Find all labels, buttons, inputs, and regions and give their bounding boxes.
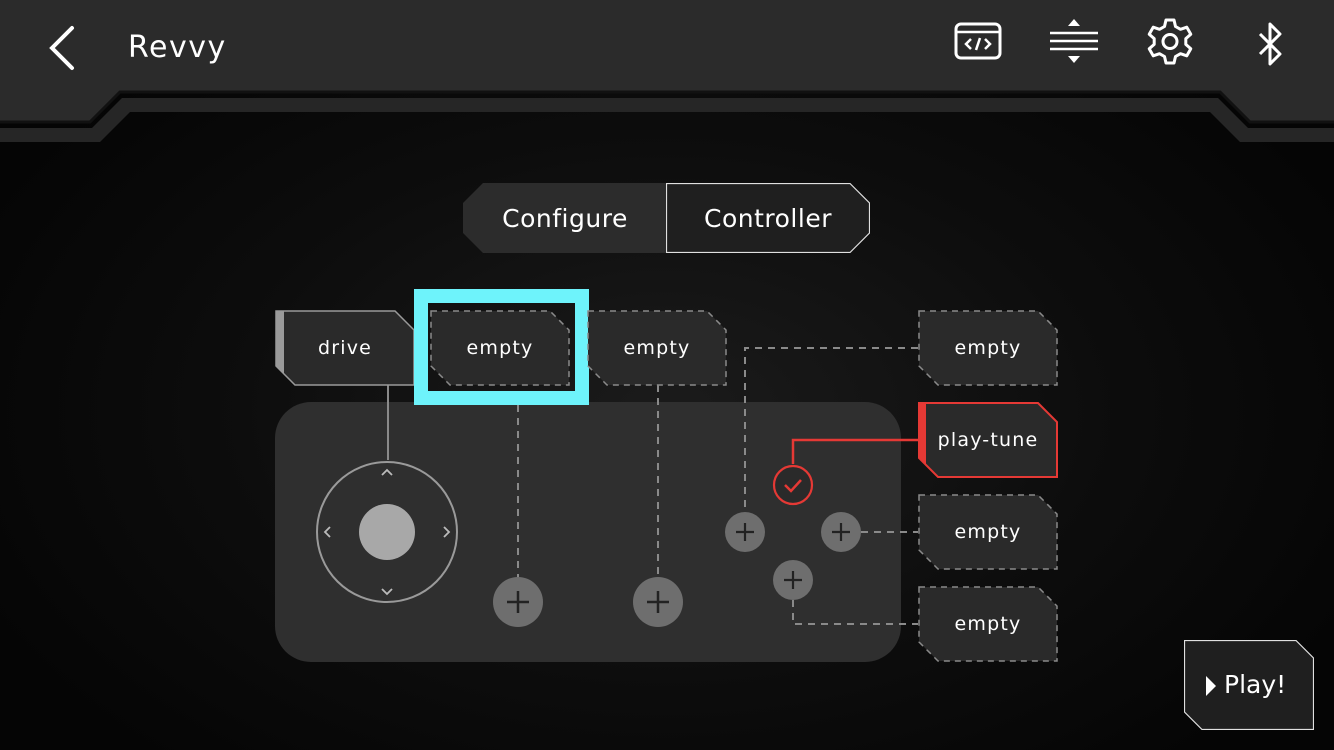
add-button-1[interactable] — [493, 577, 543, 627]
slot-drive-label: drive — [317, 337, 373, 359]
plus-icon — [832, 523, 850, 541]
slot-play-tune-label: play-tune — [937, 429, 1039, 451]
slot-empty-3[interactable]: empty — [587, 310, 727, 386]
code-icon — [954, 22, 1002, 60]
app-title: Revvy — [128, 30, 227, 65]
plus-icon — [507, 591, 529, 613]
add-button-2[interactable] — [633, 577, 683, 627]
tab-configure-label: Configure — [502, 203, 628, 233]
tab-configure[interactable]: Configure — [463, 183, 667, 253]
bluetooth-icon — [1258, 22, 1282, 66]
slot-right-4[interactable]: empty — [918, 586, 1058, 662]
plus-icon — [736, 523, 754, 541]
slot-right-3[interactable]: empty — [918, 494, 1058, 570]
tab-controller[interactable]: Controller — [666, 183, 870, 253]
add-button-right[interactable] — [821, 512, 861, 552]
play-button[interactable]: Play! — [1184, 640, 1314, 730]
back-button[interactable] — [40, 22, 88, 74]
add-button-left[interactable] — [725, 512, 765, 552]
arrows-updown-icon — [1050, 19, 1098, 63]
layout-button[interactable] — [1046, 14, 1102, 70]
gear-icon — [1147, 18, 1193, 65]
slot-empty-3-label: empty — [623, 337, 691, 359]
code-button[interactable] — [950, 14, 1006, 70]
selection-highlight — [414, 289, 589, 405]
joystick-control[interactable] — [315, 460, 459, 604]
back-arrow-icon — [49, 26, 74, 70]
bluetooth-button[interactable] — [1242, 18, 1298, 74]
slot-play-tune[interactable]: play-tune — [918, 402, 1058, 478]
plus-icon — [784, 571, 802, 589]
slot-drive[interactable]: drive — [275, 310, 415, 386]
header-bar — [0, 0, 1334, 142]
slot-right-4-label: empty — [954, 613, 1022, 635]
assigned-button-top[interactable] — [772, 464, 814, 506]
slot-right-3-label: empty — [954, 521, 1022, 543]
add-button-bottom[interactable] — [773, 560, 813, 600]
tab-controller-label: Controller — [704, 203, 832, 233]
slot-right-1[interactable]: empty — [918, 310, 1058, 386]
slot-right-1-label: empty — [954, 337, 1022, 359]
settings-button[interactable] — [1142, 14, 1198, 70]
check-icon — [772, 464, 814, 506]
play-button-label: Play! — [1224, 670, 1287, 699]
plus-icon — [647, 591, 669, 613]
joystick-knob — [359, 504, 415, 560]
